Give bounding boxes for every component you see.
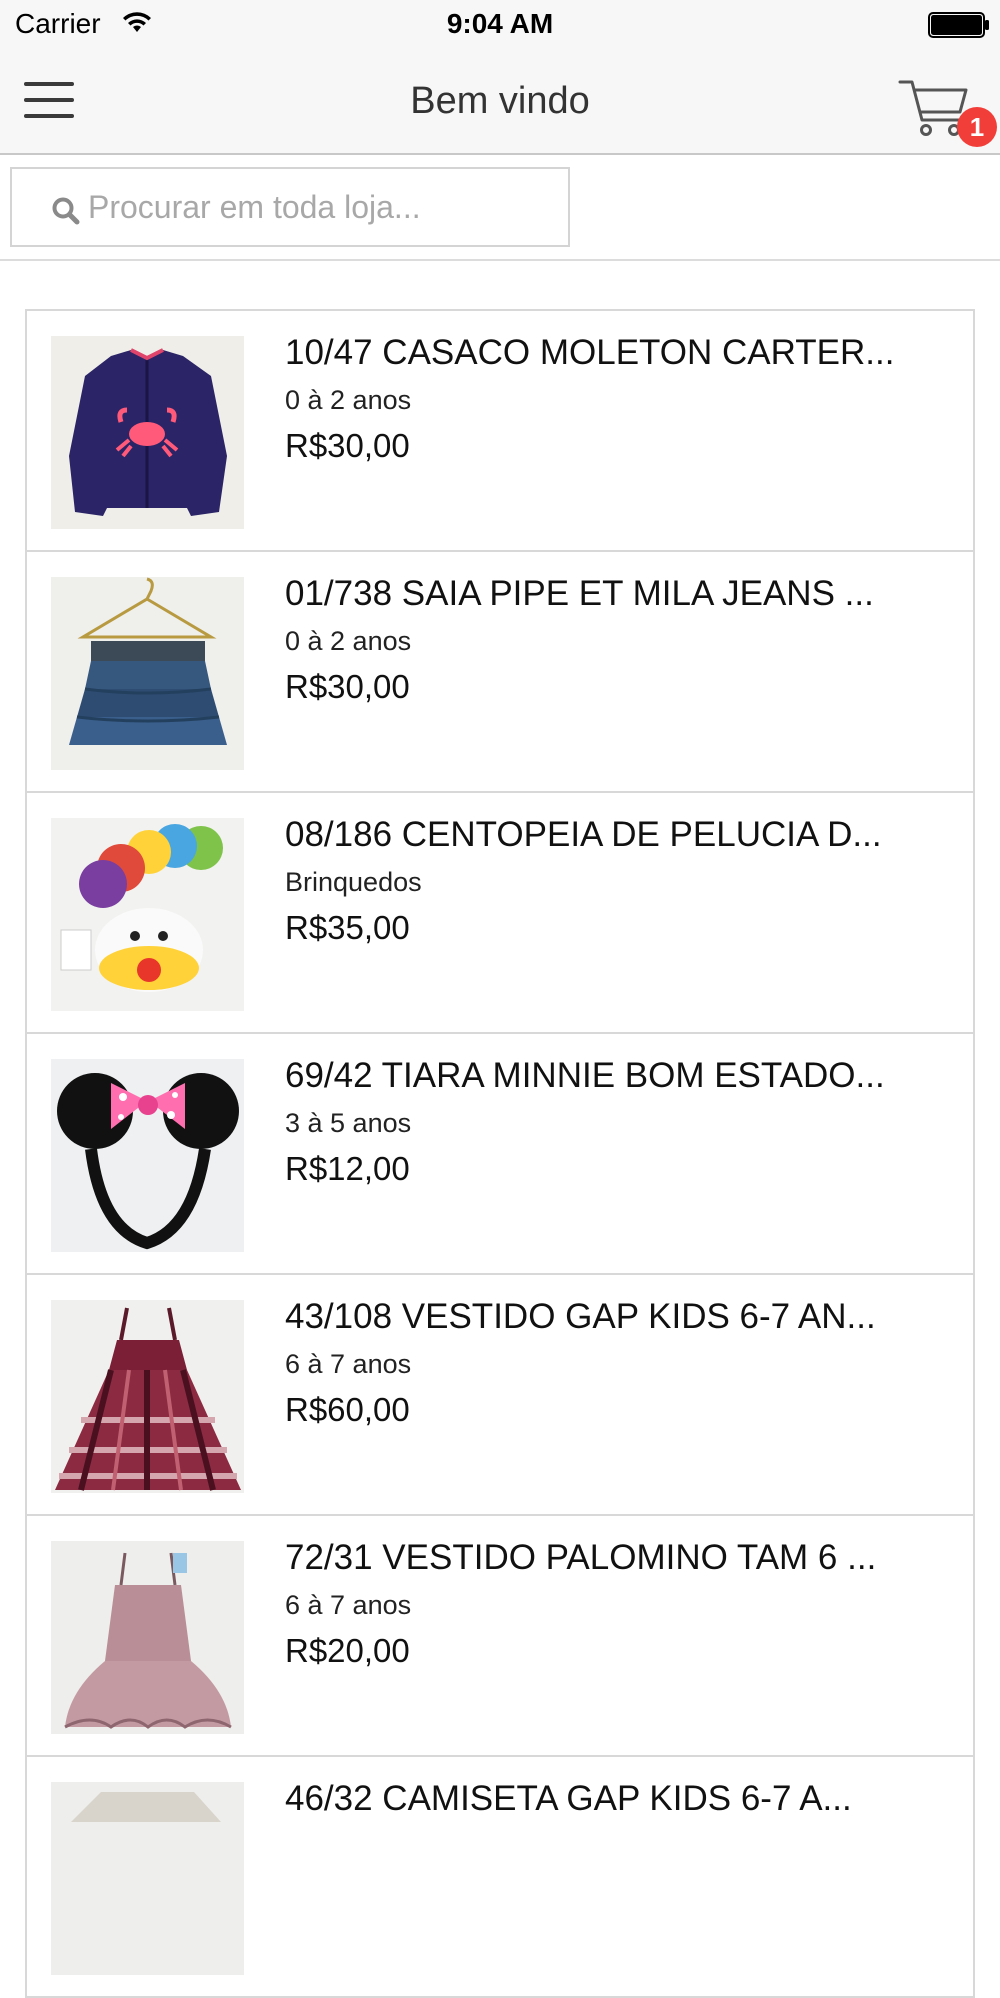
product-category: 0 à 2 anos — [285, 385, 412, 415]
product-category: Brinquedos — [285, 867, 422, 897]
product-item[interactable]: 72/31 VESTIDO PALOMINO TAM 6 ... 6 à 7 a… — [27, 1516, 973, 1757]
product-name: 01/738 SAIA PIPE ET MILA JEANS ... — [285, 574, 874, 613]
product-category: 6 à 7 anos — [285, 1590, 412, 1620]
page-title: Bem vindo — [410, 80, 590, 122]
product-image — [51, 1541, 244, 1734]
search-input[interactable] — [88, 179, 558, 235]
product-image — [51, 1300, 244, 1493]
search-area — [0, 155, 1000, 261]
product-price: R$20,00 — [285, 1632, 410, 1669]
product-name: 69/42 TIARA MINNIE BOM ESTADO... — [285, 1056, 885, 1095]
battery-icon — [928, 12, 989, 38]
product-item[interactable]: 08/186 CENTOPEIA DE PELUCIA D... Brinque… — [27, 793, 973, 1034]
product-price: R$12,00 — [285, 1150, 410, 1187]
product-list: 10/47 CASACO MOLETON CARTER... 0 à 2 ano… — [25, 309, 975, 1998]
product-name: 08/186 CENTOPEIA DE PELUCIA D... — [285, 815, 882, 854]
status-time: 9:04 AM — [446, 8, 554, 39]
product-name: 10/47 CASACO MOLETON CARTER... — [285, 333, 895, 372]
product-price: R$30,00 — [285, 427, 410, 464]
product-name: 46/32 CAMISETA GAP KIDS 6-7 A... — [285, 1779, 852, 1818]
product-category: 3 à 5 anos — [285, 1108, 412, 1138]
product-category: 0 à 2 anos — [285, 626, 412, 656]
product-image — [51, 577, 244, 770]
product-item[interactable]: 43/108 VESTIDO GAP KIDS 6-7 AN... 6 à 7 … — [27, 1275, 973, 1516]
product-price: R$35,00 — [285, 909, 410, 946]
product-price: R$30,00 — [285, 668, 410, 705]
product-item[interactable]: 46/32 CAMISETA GAP KIDS 6-7 A... — [27, 1757, 973, 1998]
product-image — [51, 336, 244, 529]
product-item[interactable]: 10/47 CASACO MOLETON CARTER... 0 à 2 ano… — [27, 311, 973, 552]
product-image — [51, 1059, 244, 1252]
product-name: 72/31 VESTIDO PALOMINO TAM 6 ... — [285, 1538, 877, 1577]
cart-count-badge[interactable]: 1 — [957, 107, 997, 147]
product-item[interactable]: 69/42 TIARA MINNIE BOM ESTADO... 3 à 5 a… — [27, 1034, 973, 1275]
product-name: 43/108 VESTIDO GAP KIDS 6-7 AN... — [285, 1297, 876, 1336]
navigation-bar: Bem vindo 1 — [0, 50, 1000, 155]
product-image — [51, 818, 244, 1011]
product-price: R$60,00 — [285, 1391, 410, 1428]
product-category: 6 à 7 anos — [285, 1349, 412, 1379]
search-box[interactable] — [10, 167, 570, 247]
product-image — [51, 1782, 244, 1975]
search-icon — [52, 197, 80, 225]
product-item[interactable]: 01/738 SAIA PIPE ET MILA JEANS ... 0 à 2… — [27, 552, 973, 793]
status-bar: Carrier 9:04 AM — [0, 0, 1000, 50]
